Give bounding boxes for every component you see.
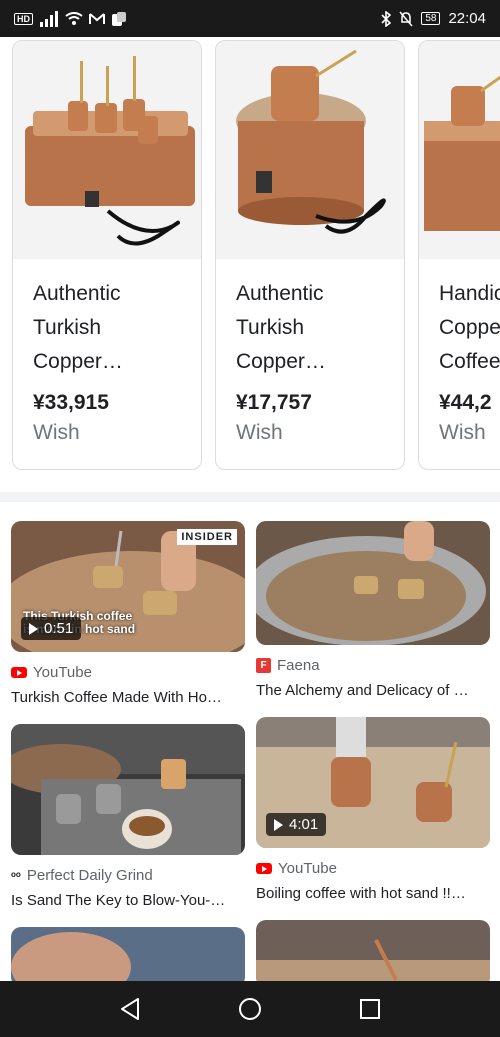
back-icon [121, 998, 139, 1020]
battery-indicator: 58 [421, 12, 441, 25]
video-duration: 4:01 [266, 813, 327, 836]
status-right: 58 22:04 [381, 10, 486, 27]
result-thumbnail[interactable] [11, 927, 245, 981]
result-thumbnail[interactable]: 4:01 [256, 717, 490, 848]
system-nav-bar [0, 981, 500, 1037]
image-result[interactable]: 4:01 YouTube Boiling coffee with hot san… [256, 717, 490, 902]
play-icon [29, 622, 38, 635]
bluetooth-icon [381, 10, 392, 27]
result-source: F Faena [256, 657, 490, 674]
product-wish: Wish [439, 421, 486, 444]
image-result[interactable]: F Faena The Alchemy and Delicacy of … [256, 521, 490, 699]
section-divider [0, 492, 500, 502]
home-button[interactable] [230, 989, 270, 1029]
insider-badge: INSIDER [177, 529, 237, 545]
product-carousel[interactable]: Authentic Turkish Copper… ¥33,915 Wish A… [0, 37, 500, 487]
result-source: ᵒᵒ Perfect Daily Grind [11, 867, 245, 884]
result-caption[interactable]: Is Sand The Key to Blow-You-… [11, 892, 245, 909]
duration-label: 4:01 [289, 816, 319, 833]
hd-badge: HD [14, 12, 33, 25]
source-label: YouTube [33, 664, 92, 681]
clock: 22:04 [448, 10, 486, 27]
video-duration: 0:51 [21, 617, 82, 640]
result-thumbnail[interactable] [11, 724, 245, 855]
gmail-icon [89, 12, 105, 24]
signal-icon [40, 10, 58, 27]
product-price: ¥33,915 [33, 391, 109, 414]
recents-button[interactable] [350, 989, 390, 1029]
image-result[interactable]: ᵒᵒ Perfect Daily Grind Is Sand The Key t… [11, 724, 245, 909]
duration-label: 0:51 [44, 620, 74, 637]
status-left: HD [14, 10, 127, 27]
back-button[interactable] [110, 989, 150, 1029]
image-result[interactable] [11, 927, 245, 981]
perfect-daily-grind-icon: ᵒᵒ [11, 868, 21, 883]
app-notification-icon [112, 11, 126, 26]
product-card[interactable]: Authentic Turkish Copper… ¥33,915 Wish [12, 40, 202, 470]
result-thumbnail[interactable]: INSIDER This Turkish coffee is made in h… [11, 521, 245, 652]
results-scroll-area[interactable]: Authentic Turkish Copper… ¥33,915 Wish A… [0, 37, 500, 981]
result-caption[interactable]: Boiling coffee with hot sand !!… [256, 885, 490, 902]
faena-icon: F [256, 658, 271, 673]
source-label: YouTube [278, 860, 337, 877]
product-wish: Wish [33, 421, 80, 444]
product-price: ¥17,757 [236, 391, 312, 414]
source-label: Perfect Daily Grind [26, 867, 153, 884]
result-caption[interactable]: The Alchemy and Delicacy of … [256, 682, 490, 699]
product-title: Authentic Turkish Copper… [33, 282, 123, 373]
product-price: ¥44,2 [439, 391, 492, 414]
product-image[interactable] [13, 41, 201, 259]
product-title: Authentic Turkish Copper… [236, 282, 326, 373]
product-image[interactable] [419, 41, 500, 259]
product-title: Handic Coppe Coffee [439, 282, 500, 373]
status-bar: HD 58 22:04 [0, 0, 500, 37]
image-result[interactable]: INSIDER This Turkish coffee is made in h… [11, 521, 245, 706]
product-card[interactable]: Authentic Turkish Copper… ¥17,757 Wish [215, 40, 405, 470]
play-icon [274, 818, 283, 831]
image-result[interactable] [256, 920, 490, 981]
result-thumbnail[interactable] [256, 920, 490, 981]
source-label: Faena [277, 657, 320, 674]
wifi-icon [65, 11, 83, 25]
result-thumbnail[interactable] [256, 521, 490, 645]
youtube-icon [256, 863, 272, 874]
result-source: YouTube [11, 664, 245, 681]
youtube-icon [11, 667, 27, 678]
result-caption[interactable]: Turkish Coffee Made With Ho… [11, 689, 245, 706]
home-icon [239, 998, 261, 1020]
product-wish: Wish [236, 421, 283, 444]
result-source: YouTube [256, 860, 490, 877]
product-image[interactable] [216, 41, 404, 259]
mute-bell-icon [399, 11, 413, 26]
product-card[interactable]: Handic Coppe Coffee ¥44,2 Wish [418, 40, 500, 470]
recents-icon [360, 999, 380, 1019]
